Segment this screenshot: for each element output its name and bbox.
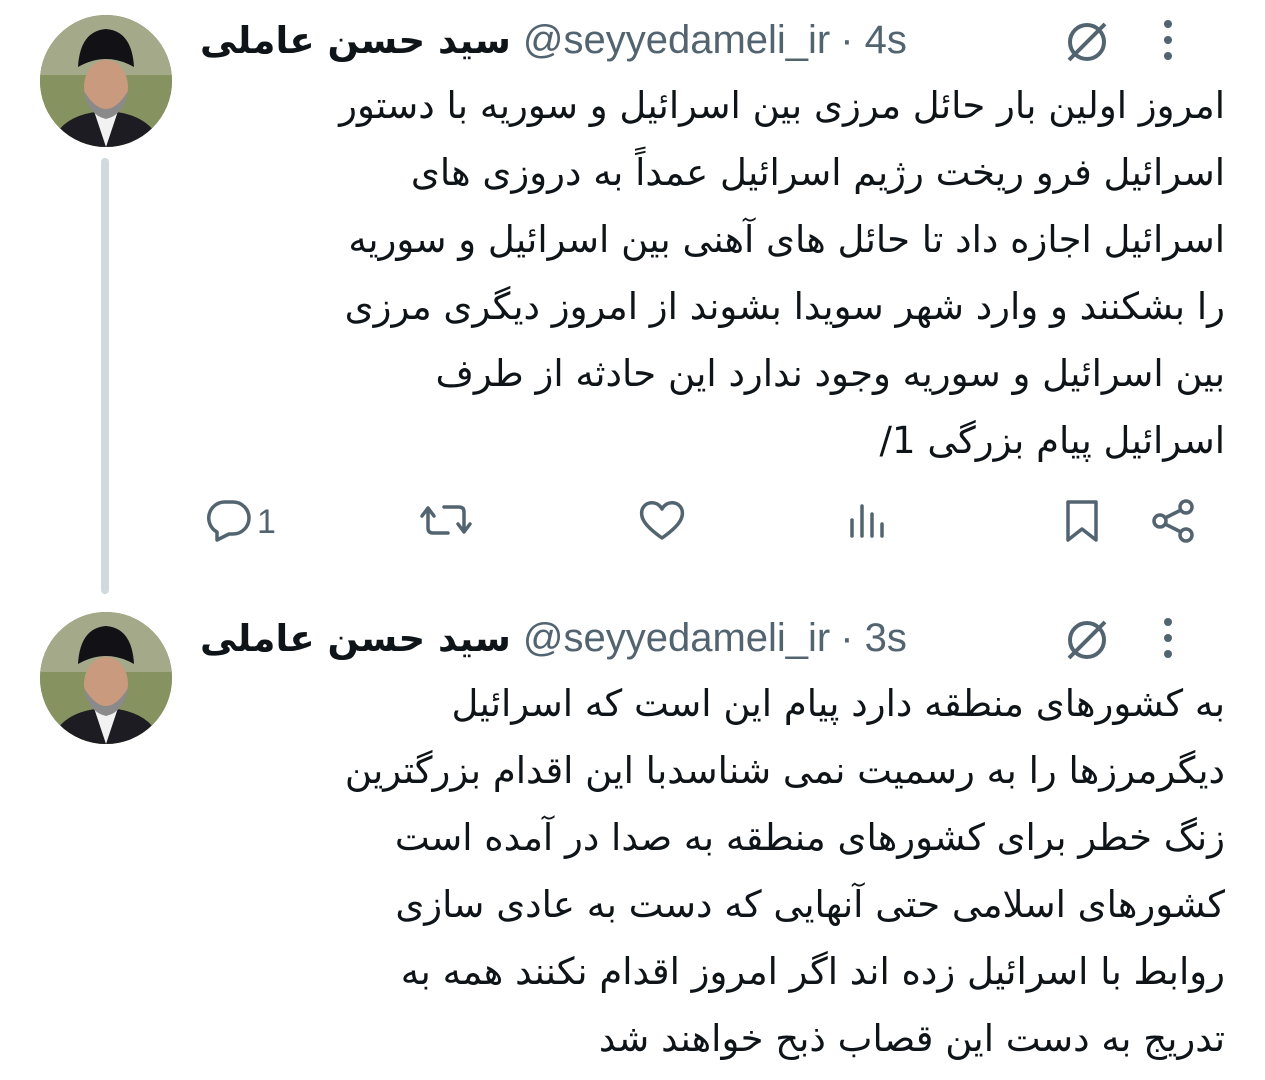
tweet-text: به کشورهای منطقه دارد پیام این است که اس… — [190, 670, 1225, 1072]
share-button[interactable] — [1150, 498, 1198, 548]
tweet-line: اسرائیل اجازه داد تا حائل های آهنی بین ا… — [348, 218, 1225, 261]
tweet-line: به کشورهای منطقه دارد پیام این است که اس… — [451, 682, 1225, 725]
avatar[interactable] — [40, 15, 172, 147]
grok-icon[interactable] — [1061, 16, 1113, 72]
tweet-line: تدریج به دست این قصاب ذبح خواهند شد — [598, 1017, 1225, 1060]
timestamp[interactable]: · 3s — [840, 616, 907, 661]
author-name[interactable]: سید حسن عاملی — [200, 19, 511, 62]
tweet-line: کشورهای اسلامی حتی آنهایی که دست به عادی… — [395, 883, 1225, 926]
action-bar: 1 — [0, 490, 1265, 550]
tweet-line: امروز اولین بار حائل مرزی بین اسرائیل و … — [339, 84, 1225, 127]
author-name[interactable]: سید حسن عاملی — [200, 617, 511, 660]
bookmark-button[interactable] — [1062, 498, 1102, 548]
tweet-line: اسرائیل فرو ریخت رژیم اسرائیل عمداً به د… — [410, 151, 1225, 194]
tweet-line: اسرائیل پیام بزرگی 1/ — [879, 419, 1225, 462]
reply-count: 1 — [257, 502, 276, 541]
like-button[interactable] — [637, 498, 687, 546]
timestamp[interactable]: · 4s — [840, 18, 907, 63]
tweet-line: دیگرمرزها را به رسمیت نمی شناسدبا این اق… — [344, 749, 1225, 792]
like-icon — [637, 498, 687, 546]
avatar[interactable] — [40, 612, 172, 744]
views-button[interactable] — [846, 498, 890, 546]
tweet-line: روابط با اسرائیل زده اند اگر امروز اقدام… — [400, 950, 1225, 993]
author-handle[interactable]: @seyyedameli_ir — [523, 616, 830, 661]
tweet-text: امروز اولین بار حائل مرزی بین اسرائیل و … — [190, 72, 1225, 474]
tweet-line: بین اسرائیل و سوریه وجود ندارد این حادثه… — [435, 352, 1225, 395]
reply-button[interactable]: 1 — [205, 498, 276, 546]
grok-icon[interactable] — [1061, 614, 1113, 670]
more-icon[interactable] — [1161, 14, 1175, 70]
tweet-header: سید حسن عاملی @seyyedameli_ir · 4s — [200, 10, 1225, 70]
tweet-line: زنگ خطر برای کشورهای منطقه به صدا در آمد… — [394, 816, 1225, 859]
views-icon — [846, 498, 890, 546]
reply-icon — [205, 498, 253, 546]
retweet-button[interactable] — [418, 498, 474, 546]
retweet-icon — [418, 498, 474, 546]
tweet-header: سید حسن عاملی @seyyedameli_ir · 3s — [200, 608, 1225, 668]
more-icon[interactable] — [1161, 612, 1175, 668]
share-icon — [1150, 498, 1198, 548]
author-handle[interactable]: @seyyedameli_ir — [523, 18, 830, 63]
bookmark-icon — [1062, 498, 1102, 548]
tweet-line: را بشکنند و وارد شهر سویدا بشوند از امرو… — [344, 285, 1225, 328]
